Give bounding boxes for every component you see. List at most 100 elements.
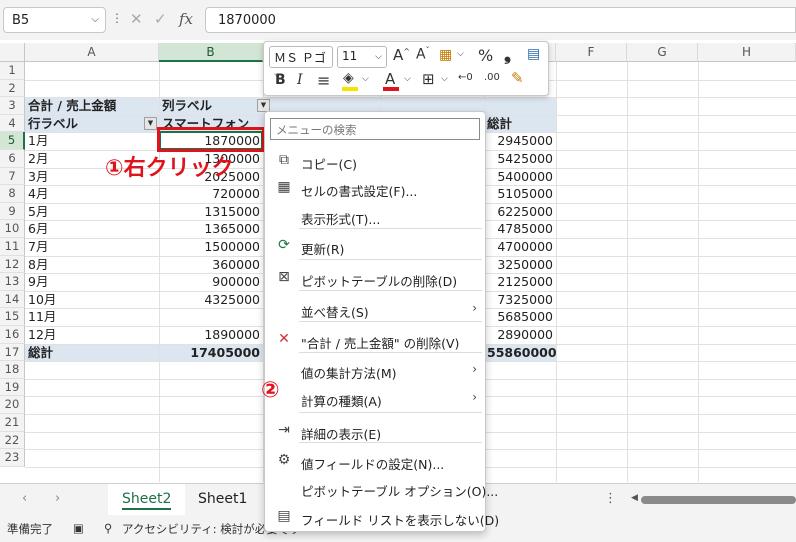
scroll-left-icon[interactable]: ◀ xyxy=(631,493,638,503)
menu-item[interactable]: ⇥ 詳細の表示(E) xyxy=(265,418,485,444)
align-center-icon[interactable]: ≡ xyxy=(317,71,330,90)
font-name-select[interactable]: ＭＳ Ｐゴ ⌵ xyxy=(269,46,333,80)
column-header-h[interactable]: H xyxy=(698,43,796,62)
pivot-row-month[interactable]: 1月 xyxy=(28,132,156,149)
pivot-row-month[interactable]: 12月 xyxy=(28,326,156,343)
accessibility-icon[interactable]: ⚲ xyxy=(104,521,112,535)
row-header-18[interactable]: 18 xyxy=(0,361,25,379)
percent-icon[interactable]: % xyxy=(478,46,493,65)
pivot-grand-total-b[interactable]: 17405000 xyxy=(162,344,260,361)
tab-sheet2[interactable]: Sheet2 xyxy=(108,484,186,515)
name-box[interactable]: B5 ⌵ xyxy=(3,7,106,33)
menu-search-input[interactable]: メニューの検索 xyxy=(270,118,480,140)
pivot-grand-total-label[interactable]: 総計 xyxy=(28,344,156,361)
bold-icon[interactable]: B xyxy=(275,72,286,88)
menu-item[interactable]: 表示形式(T)... xyxy=(265,203,485,229)
row-header-3[interactable]: 3 xyxy=(0,97,25,115)
next-sheet-icon[interactable]: › xyxy=(55,491,60,506)
enter-icon[interactable]: ✓ xyxy=(154,10,167,28)
pivot-total-value[interactable]: 2890000 xyxy=(487,326,553,343)
column-header-a[interactable]: A xyxy=(25,43,159,62)
row-header-14[interactable]: 14 xyxy=(0,290,25,309)
pivot-value-header[interactable]: 合計 / 売上金額 xyxy=(28,97,156,114)
row-header-20[interactable]: 20 xyxy=(0,396,25,414)
pivot-value-b[interactable]: 1365000 xyxy=(162,220,260,237)
row-filter-button[interactable]: ▼ xyxy=(144,116,157,130)
pivot-row-month[interactable]: 6月 xyxy=(28,220,156,237)
pivot-row-month[interactable]: 8月 xyxy=(28,256,156,273)
scrollbar-thumb[interactable] xyxy=(641,496,796,504)
row-header-6[interactable]: 6 xyxy=(0,150,25,168)
pivot-total-value[interactable]: 5400000 xyxy=(487,168,553,185)
cancel-icon[interactable]: ✕ xyxy=(130,10,143,28)
row-header-16[interactable]: 16 xyxy=(0,326,25,344)
menu-item[interactable]: 並べ替え(S) › xyxy=(265,296,485,322)
pivot-value-b[interactable]: 1315000 xyxy=(162,203,260,220)
menu-item[interactable]: ✕ "合計 / 売上金額" の削除(V) xyxy=(265,327,485,353)
pivot-total-value[interactable]: 2945000 xyxy=(487,132,553,149)
decrease-decimal-icon[interactable]: .00 xyxy=(484,72,500,83)
pivot-row-month[interactable]: 9月 xyxy=(28,273,156,290)
menu-item[interactable]: ピボットテーブル オプション(O)... xyxy=(265,475,498,501)
column-header-b[interactable]: B xyxy=(159,43,263,62)
pivot-row-month[interactable]: 10月 xyxy=(28,291,156,308)
menu-item[interactable]: ▦ セルの書式設定(F)... xyxy=(265,175,485,201)
pivot-grand-total-header[interactable]: 総計 xyxy=(487,115,553,132)
row-header-8[interactable]: 8 xyxy=(0,185,25,203)
column-header-g[interactable]: G xyxy=(627,43,698,62)
row-header-10[interactable]: 10 xyxy=(0,220,25,238)
menu-item[interactable]: ⚙ 値フィールドの設定(N)... xyxy=(265,448,485,474)
number-format-icon[interactable]: ▦ xyxy=(439,47,452,63)
row-header-21[interactable]: 21 xyxy=(0,414,25,432)
row-header-13[interactable]: 13 xyxy=(0,273,25,291)
chevron-down-icon[interactable]: ⌵ xyxy=(404,74,411,84)
macro-record-icon[interactable]: ▣ xyxy=(73,521,84,535)
tab-sheet1[interactable]: Sheet1 xyxy=(184,484,261,515)
comma-style-icon[interactable]: ❟ xyxy=(504,44,511,65)
pivot-total-value[interactable]: 5425000 xyxy=(487,150,553,167)
pivot-total-value[interactable]: 3250000 xyxy=(487,256,553,273)
more-icon[interactable]: ⋮ xyxy=(604,491,617,506)
borders-icon[interactable]: ⊞ xyxy=(422,70,435,88)
font-size-select[interactable]: 11 ⌵ xyxy=(337,46,387,68)
pivot-total-value[interactable]: 2125000 xyxy=(487,273,553,290)
pivot-row-month[interactable]: 5月 xyxy=(28,203,156,220)
pivot-value-b[interactable]: 1890000 xyxy=(162,326,260,343)
pivot-total-value[interactable]: 5105000 xyxy=(487,185,553,202)
row-header-5[interactable]: 5 xyxy=(0,132,25,150)
formula-input[interactable]: 1870000 xyxy=(205,7,796,33)
menu-item[interactable]: ▤ フィールド リストを表示しない(D) xyxy=(265,504,499,530)
horizontal-scrollbar[interactable]: ◀ xyxy=(631,493,796,504)
row-header-19[interactable]: 19 xyxy=(0,378,25,397)
select-all-corner[interactable] xyxy=(0,43,25,62)
pivot-row-month[interactable]: 4月 xyxy=(28,185,156,202)
increase-font-icon[interactable]: A^ xyxy=(393,46,410,64)
format-table-icon[interactable]: ▤ xyxy=(527,46,540,62)
pivot-total-value[interactable]: 7325000 xyxy=(487,291,553,308)
fill-color-icon[interactable]: ◈ xyxy=(343,70,354,86)
pivot-value-b[interactable]: 360000 xyxy=(162,256,260,273)
pivot-row-month[interactable]: 11月 xyxy=(28,308,156,325)
chevron-down-icon[interactable]: ⌵ xyxy=(91,14,99,25)
column-header-f[interactable]: F xyxy=(556,43,627,62)
row-header-12[interactable]: 12 xyxy=(0,255,25,274)
pivot-value-b[interactable]: 4325000 xyxy=(162,291,260,308)
pivot-value-b[interactable]: 900000 xyxy=(162,273,260,290)
increase-decimal-icon[interactable]: ←0 xyxy=(458,72,473,83)
pivot-grand-total[interactable]: 55860000 xyxy=(487,344,557,361)
row-header-22[interactable]: 22 xyxy=(0,431,25,450)
row-header-7[interactable]: 7 xyxy=(0,167,25,186)
format-painter-icon[interactable]: ✎ xyxy=(511,69,524,87)
menu-item[interactable]: 値の集計方法(M) › xyxy=(265,357,485,383)
pivot-total-value[interactable]: 6225000 xyxy=(487,203,553,220)
row-header-1[interactable]: 1 xyxy=(0,62,25,80)
pivot-value-b[interactable]: 720000 xyxy=(162,185,260,202)
pivot-value-b[interactable]: 1500000 xyxy=(162,238,260,255)
row-header-11[interactable]: 11 xyxy=(0,238,25,256)
menu-item[interactable]: ⧉ コピー(C) xyxy=(265,148,485,174)
pivot-total-value[interactable]: 4785000 xyxy=(487,220,553,237)
font-color-icon[interactable]: A xyxy=(385,70,395,88)
prev-sheet-icon[interactable]: ‹ xyxy=(22,491,27,506)
menu-item[interactable]: ⟳ 更新(R) xyxy=(265,233,485,259)
insert-function-icon[interactable]: fx xyxy=(179,10,193,28)
